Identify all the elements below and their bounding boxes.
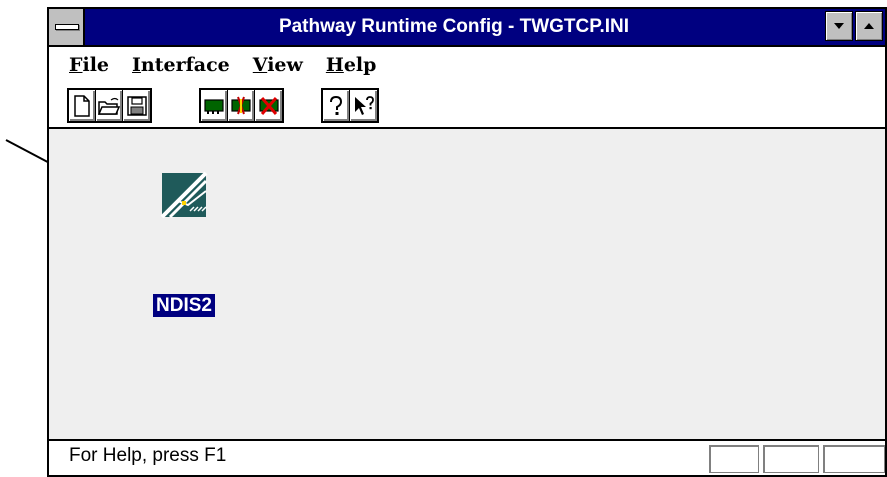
help-button[interactable]	[323, 90, 350, 121]
configure-interface-icon	[231, 96, 251, 114]
remove-interface-icon	[258, 96, 279, 115]
interface-item-ndis2[interactable]	[160, 171, 208, 219]
menu-bar: File Interface View Help	[49, 47, 885, 83]
open-folder-icon	[98, 97, 120, 115]
help-icon	[330, 95, 343, 115]
network-adapter-icon	[160, 171, 208, 219]
add-interface-icon	[204, 98, 224, 114]
status-pane-1	[709, 445, 759, 473]
toolbar	[49, 83, 885, 129]
toolbar-group-interface	[199, 88, 284, 123]
new-file-icon	[74, 94, 90, 117]
add-interface-button[interactable]	[201, 90, 228, 121]
menu-file[interactable]: File	[69, 54, 109, 76]
interface-label[interactable]: NDIS2	[153, 294, 215, 317]
app-window: Pathway Runtime Config - TWGTCP.INI File…	[47, 7, 887, 477]
toolbar-group-file	[67, 88, 152, 123]
context-help-icon	[354, 95, 374, 115]
configure-interface-button[interactable]	[228, 90, 255, 121]
title-bar[interactable]: Pathway Runtime Config - TWGTCP.INI	[49, 9, 885, 47]
maximize-button[interactable]	[855, 11, 883, 41]
window-title: Pathway Runtime Config - TWGTCP.INI	[278, 16, 630, 37]
menu-interface[interactable]: Interface	[132, 54, 230, 76]
system-menu-icon	[55, 24, 79, 30]
minimize-button[interactable]	[825, 11, 853, 41]
system-menu-button[interactable]	[49, 9, 85, 45]
status-pane-3	[823, 445, 885, 473]
open-file-button[interactable]	[96, 90, 123, 121]
menu-help[interactable]: Help	[326, 54, 377, 76]
new-file-button[interactable]	[69, 90, 96, 121]
save-disk-icon	[126, 95, 147, 116]
menu-view[interactable]: View	[253, 54, 303, 76]
status-pane-2	[763, 445, 819, 473]
status-bar: For Help, press F1	[49, 439, 885, 475]
save-file-button[interactable]	[123, 90, 150, 121]
status-text: For Help, press F1	[69, 445, 227, 466]
minimize-icon	[834, 23, 844, 29]
workspace-area: NDIS2	[49, 129, 885, 439]
toolbar-group-help	[321, 88, 379, 123]
context-help-button[interactable]	[350, 90, 377, 121]
remove-interface-button[interactable]	[255, 90, 282, 121]
maximize-icon	[864, 23, 874, 29]
